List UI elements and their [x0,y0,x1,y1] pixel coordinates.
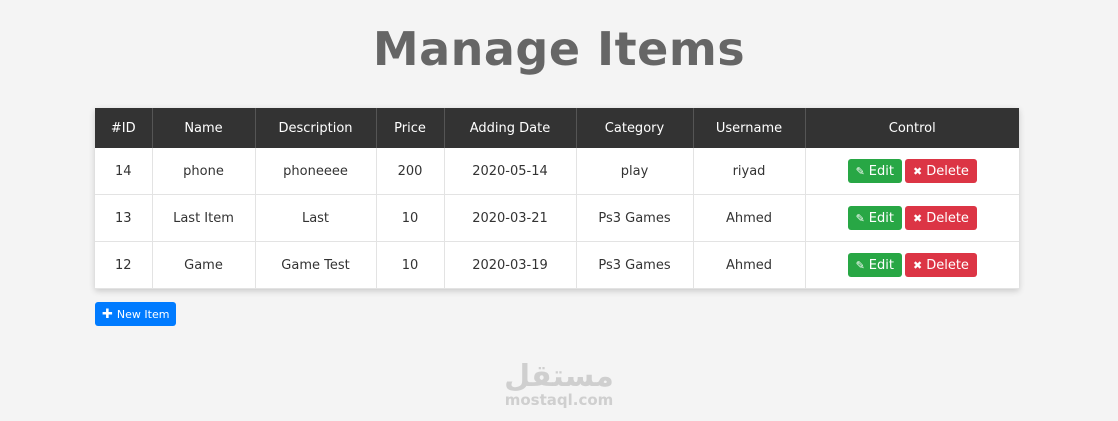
cell-price: 10 [376,241,445,289]
header-id: #ID [95,108,153,148]
cell-control: ✎ Edit ✖ Delete [805,148,1019,195]
cell-username: Ahmed [693,194,806,242]
cell-description: Last [255,194,377,242]
delete-button[interactable]: ✖ Delete [904,253,977,277]
cell-description: phoneeee [255,148,377,195]
edit-icon: ✎ [855,258,865,272]
cell-id: 13 [95,194,153,242]
edit-button[interactable]: ✎ Edit [847,253,902,277]
watermark-text: mostaql.com [504,391,614,409]
cell-username: Ahmed [693,241,806,289]
cell-date: 2020-03-19 [444,241,577,289]
new-item-label: New Item [116,307,170,321]
edit-button[interactable]: ✎ Edit [847,159,902,183]
edit-button[interactable]: ✎ Edit [847,206,902,230]
cell-control: ✎ Edit ✖ Delete [805,241,1019,289]
cell-category: Ps3 Games [576,241,694,289]
edit-icon: ✎ [855,211,865,225]
cell-name: Game [152,241,256,289]
table-row: 12 Game Game Test 10 2020-03-19 Ps3 Game… [95,241,1019,289]
plus-icon: ✚ [102,306,113,322]
header-description: Description [255,108,377,148]
header-adding-date: Adding Date [444,108,577,148]
times-icon: ✖ [912,211,923,225]
table-row: 14 phone phoneeee 200 2020-05-14 play ri… [95,148,1019,195]
cell-date: 2020-03-21 [444,194,577,242]
table-header-row: #ID Name Description Price Adding Date C… [95,108,1019,148]
cell-category: play [576,148,694,195]
new-item-button[interactable]: ✚ New Item [95,302,177,326]
delete-label: Delete [926,257,969,273]
header-control: Control [805,108,1019,148]
cell-price: 200 [376,148,445,195]
watermark-logo: مستقل [504,359,614,394]
cell-name: phone [152,148,256,195]
cell-price: 10 [376,194,445,242]
cell-id: 12 [95,241,153,289]
header-username: Username [693,108,806,148]
cell-id: 14 [95,148,153,195]
header-name: Name [152,108,256,148]
cell-username: riyad [693,148,806,195]
page-title: Manage Items [372,22,746,76]
delete-button[interactable]: ✖ Delete [904,206,977,230]
edit-label: Edit [868,210,894,226]
times-icon: ✖ [912,164,923,178]
delete-button[interactable]: ✖ Delete [904,159,977,183]
items-table: #ID Name Description Price Adding Date C… [95,108,1019,289]
cell-name: Last Item [152,194,256,242]
header-category: Category [576,108,694,148]
cell-description: Game Test [255,241,377,289]
edit-label: Edit [868,163,894,179]
delete-label: Delete [926,210,969,226]
cell-date: 2020-05-14 [444,148,577,195]
watermark: مستقل mostaql.com [500,359,618,409]
edit-icon: ✎ [855,164,865,178]
edit-label: Edit [868,257,894,273]
cell-control: ✎ Edit ✖ Delete [805,194,1019,242]
header-price: Price [376,108,445,148]
table-row: 13 Last Item Last 10 2020-03-21 Ps3 Game… [95,194,1019,242]
delete-label: Delete [926,163,969,179]
times-icon: ✖ [912,258,923,272]
cell-category: Ps3 Games [576,194,694,242]
